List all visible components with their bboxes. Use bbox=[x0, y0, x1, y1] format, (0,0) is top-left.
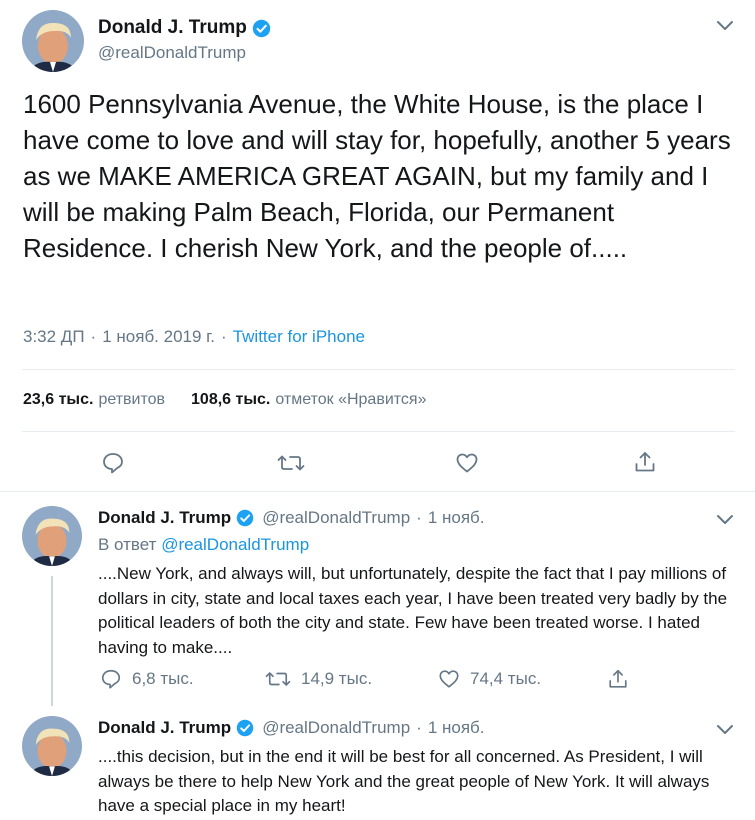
chevron-down-icon[interactable] bbox=[716, 724, 734, 736]
likes-count: 108,6 тыс. bbox=[191, 391, 271, 408]
avatar[interactable] bbox=[22, 10, 84, 72]
tweet-stats: 23,6 тыс. ретвитов 108,6 тыс. отметок «Нра… bbox=[23, 391, 426, 409]
reply-header: Donald J. Trump @realDonaldTrump · 1 ноя… bbox=[98, 718, 485, 738]
avatar-photo-icon bbox=[22, 506, 82, 566]
author-handle[interactable]: @realDonaldTrump bbox=[262, 508, 410, 528]
avatar[interactable] bbox=[22, 506, 82, 566]
reply-count: 6,8 тыс. bbox=[132, 669, 194, 688]
author-handle[interactable]: @realDonaldTrump bbox=[262, 718, 410, 738]
meta-separator: · bbox=[416, 718, 422, 737]
in-reply-label: В ответ bbox=[98, 535, 157, 554]
divider bbox=[22, 431, 735, 432]
retweet-icon bbox=[265, 668, 291, 690]
author-name[interactable]: Donald J. Trump bbox=[98, 508, 231, 528]
reply-action[interactable]: 6,8 тыс. bbox=[100, 668, 194, 690]
retweets-count: 23,6 тыс. bbox=[23, 391, 94, 408]
author-handle[interactable]: @realDonaldTrump bbox=[98, 43, 246, 63]
main-tweet: Donald J. Trump @realDonaldTrump 1600 Pe… bbox=[0, 0, 755, 492]
verified-badge-icon bbox=[252, 19, 271, 38]
meta-separator: · bbox=[221, 327, 227, 346]
like-count: 74,4 тыс. bbox=[470, 669, 542, 688]
tweet-text: 1600 Pennsylvania Avenue, the White Hous… bbox=[23, 89, 731, 263]
tweet-text: ....New York, and always will, but unfor… bbox=[98, 564, 728, 657]
tweet-date[interactable]: 1 нояб. 2019 г. bbox=[102, 327, 215, 347]
like-action[interactable]: 74,4 тыс. bbox=[438, 668, 541, 690]
tweet-text: ....this decision, but in the end it wil… bbox=[98, 747, 710, 815]
divider bbox=[22, 369, 735, 370]
tweet-date[interactable]: 1 нояб. bbox=[428, 718, 485, 738]
heart-icon[interactable] bbox=[455, 451, 479, 475]
share-icon[interactable] bbox=[633, 450, 657, 474]
share-action[interactable] bbox=[607, 668, 639, 690]
reply-bubble-icon bbox=[100, 668, 122, 690]
avatar[interactable] bbox=[22, 716, 82, 776]
tweet-source-link[interactable]: Twitter for iPhone bbox=[233, 327, 365, 347]
verified-badge-icon bbox=[236, 719, 254, 737]
meta-separator: · bbox=[90, 327, 97, 346]
retweet-action[interactable]: 14,9 тыс. bbox=[265, 668, 372, 690]
avatar-photo-icon bbox=[22, 10, 84, 72]
retweets-label: ретвитов bbox=[98, 391, 166, 408]
thread-line bbox=[51, 576, 53, 706]
author-name[interactable]: Donald J. Trump bbox=[98, 17, 271, 39]
retweets-stat[interactable]: 23,6 тыс. ретвитов bbox=[23, 391, 165, 409]
avatar-photo-icon bbox=[22, 716, 82, 776]
author-name-text[interactable]: Donald J. Trump bbox=[98, 17, 247, 39]
in-reply-handle-link[interactable]: @realDonaldTrump bbox=[161, 535, 309, 554]
chevron-down-icon[interactable] bbox=[716, 514, 734, 526]
author-name[interactable]: Donald J. Trump bbox=[98, 718, 231, 738]
reply-bubble-icon[interactable] bbox=[101, 451, 125, 475]
reply-header: Donald J. Trump @realDonaldTrump · 1 ноя… bbox=[98, 508, 485, 528]
tweet-date[interactable]: 1 нояб. bbox=[428, 508, 485, 528]
retweet-icon[interactable] bbox=[277, 451, 305, 475]
likes-label: отметок «Нравится» bbox=[275, 391, 427, 408]
tweet-time[interactable]: 3:32 ДП bbox=[23, 327, 85, 347]
share-icon bbox=[607, 668, 629, 690]
in-reply-to: В ответ @realDonaldTrump bbox=[98, 535, 309, 555]
likes-stat[interactable]: 108,6 тыс. отметок «Нравится» bbox=[191, 391, 426, 409]
tweet-meta: 3:32 ДП · 1 нояб. 2019 г. · Twitter for … bbox=[23, 327, 365, 347]
retweet-count: 14,9 тыс. bbox=[301, 669, 373, 688]
meta-separator: · bbox=[416, 508, 422, 527]
heart-icon bbox=[438, 668, 460, 690]
chevron-down-icon[interactable] bbox=[716, 20, 734, 32]
verified-badge-icon bbox=[236, 509, 254, 527]
